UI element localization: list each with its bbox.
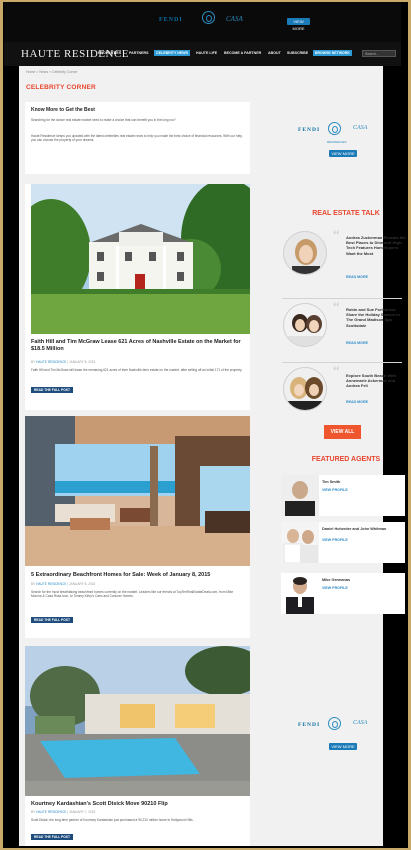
agent-photo bbox=[281, 573, 319, 614]
read-full-post-button[interactable]: READ THE FULL POST bbox=[31, 387, 73, 393]
author-link[interactable]: HAUTE RESIDENCE bbox=[36, 582, 66, 586]
agent-profile-link[interactable]: VIEW PROFILE bbox=[322, 586, 348, 590]
quote-icon: “ bbox=[333, 228, 340, 244]
talk-item[interactable]: “ Explore South Beach With Annemarie Ack… bbox=[281, 364, 407, 424]
article-2-image[interactable] bbox=[25, 416, 250, 566]
side-ad-fendi-logo: FENDI bbox=[298, 127, 321, 133]
side-ad-emblem-icon bbox=[328, 122, 341, 135]
search-input[interactable]: Search... bbox=[362, 50, 396, 57]
talk-read-more-link[interactable]: READ MORE bbox=[346, 275, 368, 279]
agent-name[interactable]: Daniel Hoherder and John Whitman bbox=[322, 527, 402, 531]
talk-headline[interactable]: Explore South Beach With Annemarie Acker… bbox=[346, 373, 406, 389]
article-1-title[interactable]: Faith Hill and Tim McGraw Lease 621 Acre… bbox=[31, 339, 244, 353]
divider bbox=[282, 298, 402, 299]
talk-headline[interactable]: Robin and Sue Forlemend Share the Holida… bbox=[346, 307, 406, 328]
avatar bbox=[283, 303, 327, 347]
agent-card[interactable]: Mike Germanas VIEW PROFILE bbox=[281, 573, 405, 614]
article-3-title[interactable]: Kourtney Kardashian's Scott Disick Move … bbox=[31, 801, 244, 808]
article-1-meta: BY HAUTE RESIDENCE | JANUARY 8, 2015 bbox=[31, 360, 95, 364]
talk-read-more-link[interactable]: READ MORE bbox=[346, 400, 368, 404]
post-date: | JANUARY 7, 2015 bbox=[67, 810, 96, 814]
featured-agents-title: FEATURED AGENTS bbox=[311, 456, 381, 463]
article-3-image[interactable] bbox=[25, 646, 250, 796]
bottom-ad-view-more-button[interactable]: VIEW MORE bbox=[329, 743, 357, 750]
by-label: BY bbox=[31, 810, 36, 814]
ad-emblem-icon bbox=[202, 11, 215, 24]
agent-photo bbox=[281, 475, 319, 516]
browse-network-button[interactable]: BROWSE NETWORK bbox=[313, 50, 352, 56]
breadcrumb[interactable]: Home > News > Celebrity Corner bbox=[26, 70, 78, 74]
top-ad-banner[interactable]: FENDI CASA VIEW MORE bbox=[4, 2, 401, 42]
nav-about[interactable]: ABOUT bbox=[268, 51, 281, 55]
by-label: BY bbox=[31, 582, 36, 586]
article-3-excerpt: Scott Disick, the long-time partner of K… bbox=[31, 818, 194, 822]
talk-headline[interactable]: Andrea Zuckerman Reveals the Best Places… bbox=[346, 235, 406, 256]
article-card: Faith Hill and Tim McGraw Lease 621 Acre… bbox=[25, 184, 250, 410]
ad-fendi-logo: FENDI bbox=[159, 17, 183, 23]
real-estate-talk-title: REAL ESTATE TALK bbox=[312, 210, 380, 217]
nav-celebrity-news[interactable]: CELEBRITY NEWS bbox=[154, 50, 191, 56]
talk-read-more-link[interactable]: READ MORE bbox=[346, 341, 368, 345]
bottom-ad-fendi-logo: FENDI bbox=[298, 722, 321, 728]
article-3-meta: BY HAUTE RESIDENCE | JANUARY 7, 2015 bbox=[31, 810, 95, 814]
agent-name[interactable]: Mike Germanas bbox=[322, 578, 402, 582]
intro-card: Know More to Get the Best Searching for … bbox=[25, 102, 250, 174]
agent-card[interactable]: Tim Smith VIEW PROFILE bbox=[281, 475, 405, 516]
ad-view-more-button[interactable]: VIEW MORE bbox=[287, 18, 310, 31]
view-all-button[interactable]: VIEW ALL bbox=[324, 425, 361, 439]
side-ad-casa-logo: CASA bbox=[353, 125, 368, 131]
by-label: BY bbox=[31, 360, 36, 364]
quote-icon: “ bbox=[333, 364, 340, 380]
agent-name[interactable]: Tim Smith bbox=[322, 480, 402, 484]
quote-icon: “ bbox=[333, 300, 340, 316]
intro-paragraph-1: Searching for the dance real estate mark… bbox=[31, 118, 176, 122]
divider bbox=[282, 362, 402, 363]
article-2-title[interactable]: 5 Extraordinary Beachfront Homes for Sal… bbox=[31, 572, 244, 579]
bottom-ad-casa-logo: CASA bbox=[353, 720, 368, 726]
avatar bbox=[283, 367, 327, 411]
side-ad-view-more-button[interactable]: VIEW MORE bbox=[329, 150, 357, 157]
page-title: CELEBRITY CORNER bbox=[26, 84, 96, 91]
read-full-post-button[interactable]: READ THE FULL POST bbox=[31, 834, 73, 840]
read-full-post-button[interactable]: READ THE FULL POST bbox=[31, 617, 73, 623]
talk-item[interactable]: “ Robin and Sue Forlemend Share the Holi… bbox=[281, 300, 407, 360]
article-card: 5 Extraordinary Beachfront Homes for Sal… bbox=[25, 416, 250, 638]
article-1-image[interactable] bbox=[31, 184, 250, 334]
nav-become-partner[interactable]: BECOME A PARTNER bbox=[224, 51, 261, 55]
intro-heading: Know More to Get the Best bbox=[31, 107, 95, 113]
avatar bbox=[283, 231, 327, 275]
nav-haute-life[interactable]: HAUTE LIFE bbox=[196, 51, 217, 55]
article-2-excerpt: Search for the most breathtaking beachfr… bbox=[31, 590, 234, 599]
intro-paragraph-2: Haute Residence keeps you updated with t… bbox=[31, 134, 243, 143]
agent-profile-link[interactable]: VIEW PROFILE bbox=[322, 538, 348, 542]
post-date: | JANUARY 8, 2015 bbox=[67, 360, 96, 364]
talk-item[interactable]: “ Andrea Zuckerman Reveals the Best Plac… bbox=[281, 228, 407, 288]
article-2-meta: BY HAUTE RESIDENCE | JANUARY 8, 2015 bbox=[31, 582, 95, 586]
nav-subscribe[interactable]: SUBSCRIBE bbox=[287, 51, 308, 55]
side-ad-sub: RESIDENCES bbox=[327, 140, 347, 144]
agent-card[interactable]: Daniel Hoherder and John Whitman VIEW PR… bbox=[281, 522, 405, 563]
author-link[interactable]: HAUTE RESIDENCE bbox=[36, 360, 66, 364]
agent-photo bbox=[281, 522, 319, 563]
post-date: | JANUARY 8, 2015 bbox=[67, 582, 96, 586]
ad-casa-logo: CASA bbox=[226, 15, 243, 23]
article-card: Kourtney Kardashian's Scott Disick Move … bbox=[25, 646, 250, 846]
nav-partners[interactable]: PARTNERS bbox=[129, 51, 149, 55]
bottom-ad-emblem-icon bbox=[328, 717, 341, 730]
article-1-excerpt: Faith Hill and Tim McGraw will lease the… bbox=[31, 368, 243, 372]
agent-profile-link[interactable]: VIEW PROFILE bbox=[322, 488, 348, 492]
nav-properties[interactable]: PROPERTIES bbox=[98, 51, 121, 55]
author-link[interactable]: HAUTE RESIDENCE bbox=[36, 810, 66, 814]
